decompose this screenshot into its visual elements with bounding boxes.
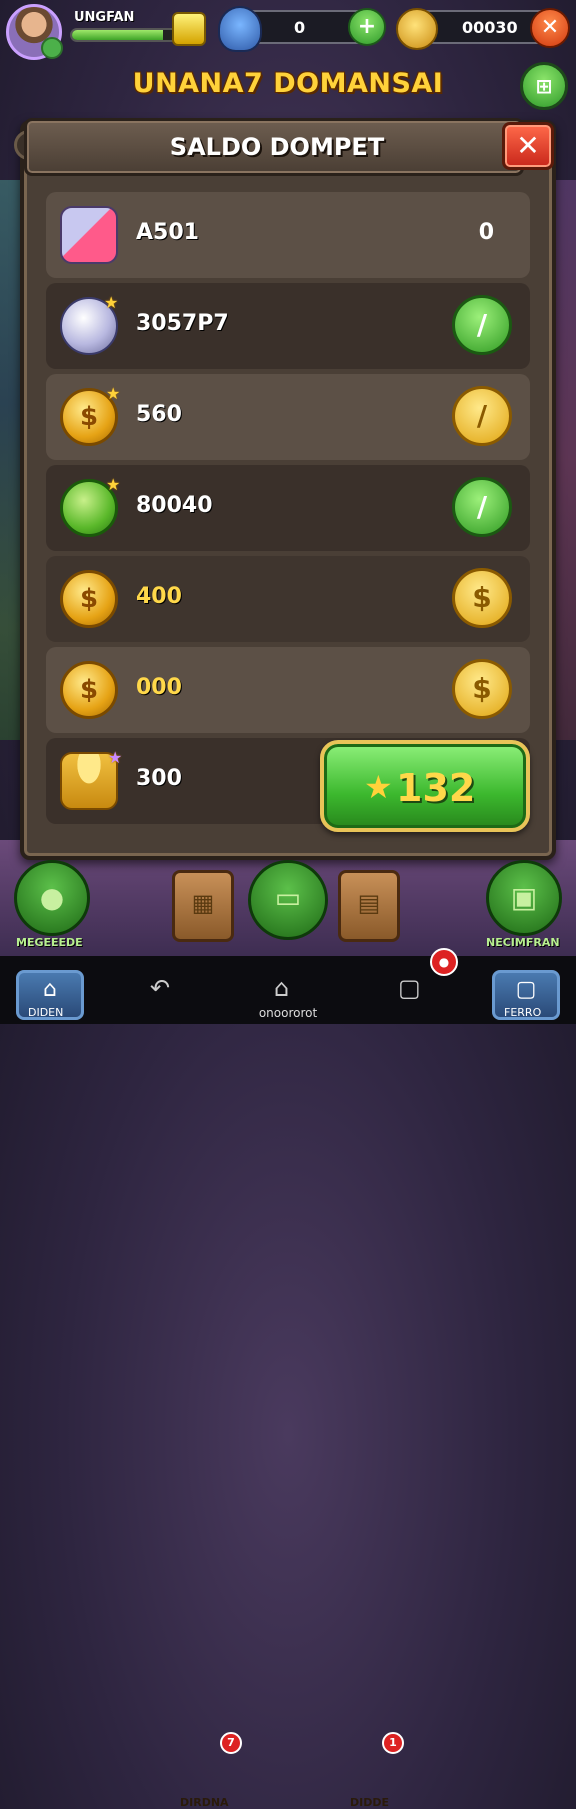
nav-label-2: DIRDNA — [180, 1796, 229, 1809]
star-icon: ★ — [364, 768, 393, 806]
row-label: A501 — [136, 220, 199, 245]
potion-icon: ● — [14, 860, 90, 936]
chest-icon: ▦ — [172, 870, 234, 942]
wallet-row: A501 0 — [46, 192, 530, 278]
row-action-button[interactable]: $ — [452, 568, 512, 628]
nav-item-potion[interactable]: ● — [14, 860, 90, 936]
row-action-button[interactable]: $ — [452, 659, 512, 719]
nav-label-1: MEGEEEDE — [16, 936, 83, 949]
notification-badge: 7 — [220, 1732, 242, 1754]
recents-icon[interactable]: ▢ — [398, 974, 421, 1002]
bottom-nav: ● MEGEEEDE ▦ 7 DIRDNA ▭ ▤ 1 DIDDE ▣ NECI… — [0, 860, 576, 1809]
wallet-row: ★ 3057P7 / — [46, 283, 530, 369]
row-action-button[interactable]: / — [452, 477, 512, 537]
row-action-button[interactable]: / — [452, 386, 512, 446]
nav-item-shop[interactable]: ▣ — [486, 860, 562, 936]
wallet-rows: A501 0 ★ 3057P7 / $ ★ 560 / ★ 80040 / $ … — [46, 192, 530, 829]
notification-badge: 1 — [382, 1732, 404, 1754]
row-value: 0 — [478, 220, 494, 245]
wallet-row: $ 400 $ — [46, 556, 530, 642]
row-label: 80040 — [136, 493, 213, 518]
back-icon[interactable]: ↶ — [150, 974, 170, 1002]
add-resource-button[interactable]: + — [348, 8, 386, 46]
row-action-button[interactable]: / — [452, 295, 512, 355]
game-title: UNANA7 DOMANSAI — [132, 68, 444, 99]
row-label: 000 — [136, 675, 182, 700]
top-bar: UNGFAN 0 + 00030 ✕ — [0, 0, 576, 60]
panel-header: SALDO DOMPET — [24, 118, 524, 176]
home-icon[interactable]: ⌂ — [274, 974, 289, 1002]
star-icon: ★ — [106, 384, 121, 403]
panel-close-button[interactable]: ✕ — [502, 122, 554, 170]
map-icon: ▭ — [248, 860, 328, 940]
claim-button[interactable]: ★ 132 — [320, 740, 530, 832]
gold-coin-icon: $ — [60, 661, 118, 719]
resource-counter-1: 0 + — [218, 6, 386, 52]
system-notification-badge: ● — [430, 948, 458, 976]
star-icon: ★ — [104, 293, 119, 312]
wallet-row: ★ 80040 / — [46, 465, 530, 551]
top-close-button[interactable]: ✕ — [530, 8, 570, 48]
resource-2-value: 00030 — [462, 18, 518, 37]
row-label: 3057P7 — [136, 311, 229, 336]
nav-item-cards[interactable]: ▤ — [338, 860, 400, 942]
star-icon: ★ — [108, 748, 123, 767]
level-gem-icon — [172, 12, 206, 46]
wallet-row: $ ★ 560 / — [46, 374, 530, 460]
panel-title: SALDO DOMPET — [169, 133, 385, 161]
xp-progress-fill — [72, 30, 163, 40]
mascot-icon — [218, 6, 262, 52]
side-menu-button[interactable]: ⊞ — [520, 62, 568, 110]
nav-item-map[interactable]: ▭ — [248, 860, 328, 940]
treasure-icon: ▣ — [486, 860, 562, 936]
resource-counter-2: 00030 ✕ — [396, 8, 570, 50]
wallet-row: $ 000 $ — [46, 647, 530, 733]
star-icon: ★ — [106, 475, 121, 494]
resource-1-value: 0 — [294, 18, 306, 37]
system-center-label: onoororot — [258, 1006, 318, 1020]
coin-stack-icon — [396, 8, 438, 50]
player-name: UNGFAN — [74, 10, 135, 25]
nav-label-5: NECIMFRAN — [486, 936, 560, 949]
claim-button-value: 132 — [396, 766, 476, 810]
clover-icon — [41, 37, 63, 59]
row-label: 300 — [136, 766, 182, 791]
nav-item-chest[interactable]: ▦ — [172, 860, 234, 942]
row-label: 560 — [136, 402, 182, 427]
gold-coin-icon: $ — [60, 570, 118, 628]
nav-label-4: DIDDE — [350, 1796, 389, 1809]
cards-icon: ▤ — [338, 870, 400, 942]
player-avatar[interactable] — [6, 4, 63, 60]
row-label: 400 — [136, 584, 182, 609]
gift-gems-icon — [60, 206, 118, 264]
